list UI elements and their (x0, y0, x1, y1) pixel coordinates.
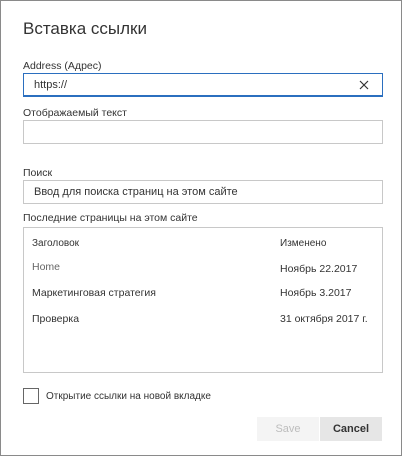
recent-pages-list: Заголовок Изменено Home Ноябрь 22.2017 М… (23, 227, 383, 373)
search-input[interactable] (24, 181, 382, 203)
insert-link-dialog: Вставка ссылки Address (Адрес) Отображае… (0, 0, 402, 456)
recent-pages-label: Последние страницы на этом сайте (23, 212, 198, 224)
list-item-date: Ноябрь 22.2017 (280, 263, 358, 275)
column-header-modified: Изменено (280, 238, 327, 249)
new-tab-checkbox[interactable] (23, 388, 39, 404)
cancel-button[interactable]: Cancel (320, 417, 382, 441)
display-text-label: Отображаемый текст (23, 107, 127, 119)
display-text-container (23, 120, 383, 144)
list-item-date: Ноябрь 3.2017 (280, 287, 352, 299)
close-icon (359, 80, 369, 90)
display-text-input[interactable] (24, 121, 382, 143)
address-field-container (23, 73, 383, 97)
address-input[interactable] (24, 74, 382, 95)
dialog-title: Вставка ссылки (23, 19, 147, 38)
list-item-title: Проверка (32, 313, 80, 325)
column-header-title: Заголовок (32, 238, 80, 249)
new-tab-label: Открытие ссылки на новой вкладке (46, 391, 211, 402)
address-label: Address (Адрес) (23, 60, 102, 72)
list-item-title: Home (32, 261, 61, 273)
clear-address-button[interactable] (356, 77, 372, 93)
save-button[interactable]: Save (257, 417, 319, 441)
list-item-title: Маркетинговая стратегия (32, 287, 156, 299)
search-container (23, 180, 383, 204)
search-label: Поиск (23, 167, 53, 179)
list-item-date: 31 октября 2017 г. (280, 313, 368, 325)
